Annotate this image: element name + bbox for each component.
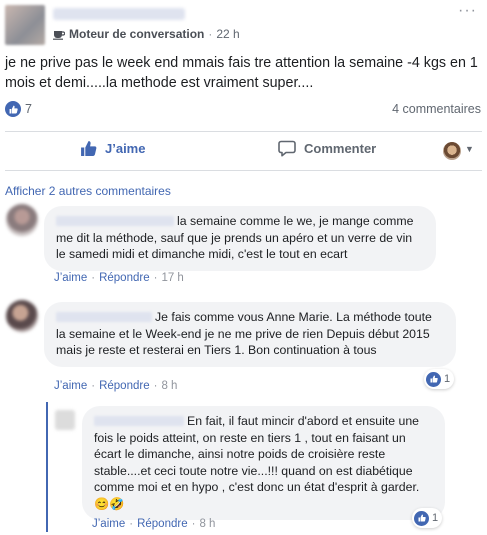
reactions-count: 7 — [25, 102, 32, 116]
more-options-icon[interactable]: ··· — [458, 2, 477, 20]
comment-actions: J’aime · Répondre · 17 h — [54, 272, 184, 284]
post-reactions[interactable]: 7 — [5, 101, 32, 117]
separator-dot: · — [153, 272, 158, 284]
comment-like-link[interactable]: J’aime — [54, 380, 87, 392]
like-reaction-icon — [5, 101, 21, 117]
divider — [5, 170, 482, 171]
reply-text: En fait, il faut mincir d'abord et ensui… — [94, 414, 420, 511]
comment-like-link[interactable]: J’aime — [54, 272, 87, 284]
thumbs-up-icon — [81, 141, 97, 156]
divider — [5, 131, 482, 132]
separator-dot: · — [153, 380, 158, 392]
reply-actions: J’aime · Répondre · 8 h — [92, 518, 215, 530]
like-button-label: J’aime — [105, 141, 146, 156]
comment-reactions[interactable]: 1 — [424, 369, 455, 389]
comment-reactions[interactable]: 1 — [412, 508, 443, 528]
chevron-down-icon[interactable]: ▼ — [465, 144, 474, 154]
comment-reply-link[interactable]: Répondre — [137, 518, 188, 530]
post-author-avatar[interactable] — [5, 5, 45, 45]
comment-button-label: Commenter — [304, 141, 377, 156]
comment-author-name-redacted[interactable] — [56, 216, 174, 226]
comment-author-name-redacted[interactable] — [94, 416, 184, 426]
separator-dot: · — [191, 518, 196, 530]
post-header: Moteur de conversation · 22 h ··· — [0, 0, 487, 46]
speech-bubble-icon — [278, 140, 296, 157]
post-author-name-redacted[interactable] — [53, 8, 185, 20]
post-text: je ne prive pas le week end mmais fais t… — [5, 55, 478, 91]
comments-count-link[interactable]: 4 commentaires — [392, 102, 481, 116]
comment-reactions-count: 1 — [444, 373, 451, 385]
comment-bubble: Je fais comme vous Anne Marie. La méthod… — [44, 302, 456, 367]
like-reaction-icon — [426, 371, 441, 387]
page-name-link[interactable]: Moteur de conversation — [69, 27, 204, 41]
comment-reply-link[interactable]: Répondre — [99, 272, 150, 284]
current-user-avatar[interactable] — [443, 142, 461, 160]
show-more-comments-link[interactable]: Afficher 2 autres commentaires — [5, 184, 171, 198]
separator-dot: · — [91, 380, 96, 392]
comment-reactions-count: 1 — [432, 512, 439, 524]
meta-separator: · — [208, 27, 213, 41]
reply-avatar[interactable] — [55, 410, 75, 430]
comment-author-name-redacted[interactable] — [56, 312, 152, 322]
comment-avatar[interactable] — [6, 204, 38, 236]
reply-bubble: En fait, il faut mincir d'abord et ensui… — [82, 406, 445, 520]
post-time[interactable]: 22 h — [216, 27, 239, 41]
coffee-cup-icon — [53, 30, 65, 40]
comment-like-link[interactable]: J’aime — [92, 518, 125, 530]
post-meta: Moteur de conversation · 22 h — [53, 27, 240, 41]
comment-time[interactable]: 8 h — [161, 380, 177, 392]
comment-avatar[interactable] — [6, 300, 38, 332]
comment-actions: J’aime · Répondre · 8 h — [54, 380, 177, 392]
like-reaction-icon — [414, 510, 429, 526]
comment-bubble: la semaine comme le we, je mange comme m… — [44, 206, 436, 271]
reply-thread-line — [46, 402, 48, 532]
comment-reply-link[interactable]: Répondre — [99, 380, 150, 392]
comment-time[interactable]: 17 h — [161, 272, 183, 284]
like-button[interactable]: J’aime — [80, 140, 145, 157]
separator-dot: · — [129, 518, 134, 530]
separator-dot: · — [91, 272, 96, 284]
comment-button[interactable]: Commenter — [278, 140, 376, 157]
comment-time[interactable]: 8 h — [199, 518, 215, 530]
post-actions-bar: J’aime Commenter ▼ — [0, 133, 487, 169]
